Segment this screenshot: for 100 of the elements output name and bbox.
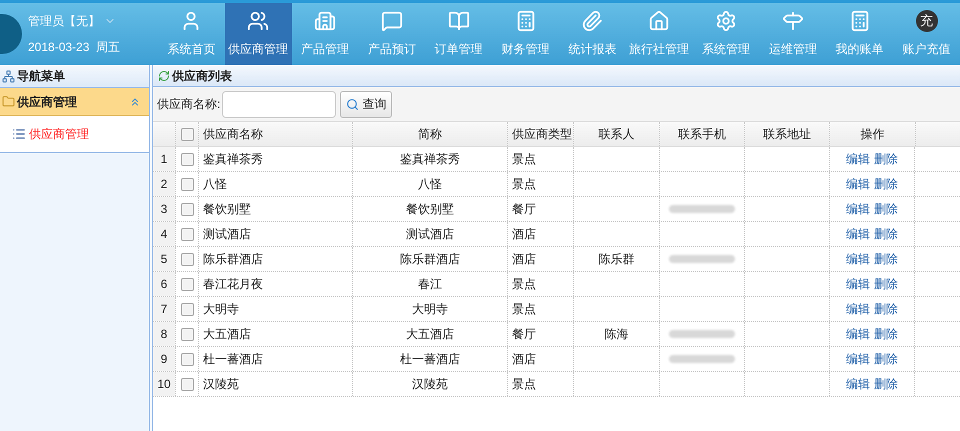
edit-link[interactable]: 编辑: [846, 150, 870, 168]
edit-link[interactable]: 编辑: [846, 300, 870, 318]
sitemap-icon: [2, 70, 15, 82]
row-checkbox[interactable]: [180, 302, 194, 316]
table-cell-text: 陈乐群: [598, 251, 634, 268]
table-cell-text: 陈海: [604, 326, 628, 343]
delete-link[interactable]: 删除: [874, 325, 898, 343]
table-cell-text: 陈乐群酒店: [400, 251, 460, 268]
edit-link[interactable]: 编辑: [846, 200, 870, 218]
table-cell-text: 餐饮别墅: [203, 201, 251, 218]
search-icon: [346, 98, 360, 110]
collapse-icon[interactable]: [129, 96, 141, 108]
table-cell-text: 杜一蕃酒店: [400, 351, 460, 368]
chat-icon: [380, 10, 403, 32]
book-icon: [448, 10, 470, 32]
column-header: 联系地址: [744, 122, 829, 146]
delete-link[interactable]: 删除: [874, 200, 898, 218]
delete-link[interactable]: 删除: [874, 375, 898, 393]
row-number: 1: [153, 147, 175, 171]
row-number: 10: [153, 372, 175, 396]
edit-link[interactable]: 编辑: [846, 275, 870, 293]
column-header: 供应商类型: [507, 122, 573, 146]
table-cell-text: 景点: [512, 376, 536, 393]
table-cell-text: 春江花月夜: [203, 276, 263, 293]
nav-tab[interactable]: 充 账户充值: [893, 3, 960, 65]
delete-link[interactable]: 删除: [874, 275, 898, 293]
table-cell-text: 陈乐群酒店: [203, 251, 263, 268]
table-cell-text: 测试酒店: [203, 226, 251, 243]
table-cell-text: 大明寺: [412, 301, 448, 318]
edit-link[interactable]: 编辑: [846, 175, 870, 193]
panel-title: 供应商列表: [172, 68, 232, 84]
table-cell-text: 景点: [512, 176, 536, 193]
table-cell-text: 酒店: [512, 351, 536, 368]
row-checkbox[interactable]: [180, 328, 194, 340]
signpost-icon: [782, 10, 804, 32]
row-checkbox[interactable]: [180, 378, 194, 390]
delete-link[interactable]: 删除: [874, 350, 898, 368]
table-cell-text: 景点: [512, 276, 536, 293]
column-header: 联系人: [573, 122, 659, 146]
row-checkbox[interactable]: [180, 278, 194, 290]
table-cell-text: 景点: [512, 151, 536, 168]
column-header: 简称: [352, 122, 507, 146]
table-cell-text: 汉陵苑: [203, 376, 239, 393]
row-number: 9: [153, 347, 175, 371]
table-cell-text: 餐厅: [512, 326, 536, 343]
edit-link[interactable]: 编辑: [846, 325, 870, 343]
row-checkbox[interactable]: [180, 202, 194, 216]
row-number: 3: [153, 197, 175, 221]
row-checkbox[interactable]: [180, 252, 194, 266]
row-number: 8: [153, 322, 175, 346]
edit-link[interactable]: 编辑: [846, 375, 870, 393]
row-number: 5: [153, 247, 175, 271]
search-field[interactable]: [222, 90, 336, 118]
settings-icon: [715, 10, 738, 32]
edit-link[interactable]: 编辑: [846, 225, 870, 243]
delete-link[interactable]: 删除: [874, 250, 898, 268]
row-number: 4: [153, 222, 175, 246]
nav-tab[interactable]: 供应商管理: [224, 3, 292, 65]
table-cell-text: 鉴真禅茶秀: [203, 151, 263, 168]
current-date: 2018-03-23 周五: [28, 39, 120, 56]
table-cell-text: 测试酒店: [406, 226, 454, 243]
delete-link[interactable]: 删除: [874, 225, 898, 243]
column-header: 联系手机: [659, 122, 744, 146]
table-cell-text: 大明寺: [203, 301, 239, 318]
table-cell-text: 酒店: [512, 251, 536, 268]
edit-link[interactable]: 编辑: [846, 350, 870, 368]
delete-link[interactable]: 删除: [874, 300, 898, 318]
delete-link[interactable]: 删除: [874, 175, 898, 193]
list-icon: [12, 127, 26, 141]
table-cell-text: 大五酒店: [203, 326, 251, 343]
delete-link[interactable]: 删除: [874, 150, 898, 168]
row-number: 6: [153, 272, 175, 296]
refresh-icon: [158, 70, 170, 82]
column-header: 操作: [829, 122, 915, 146]
search-button[interactable]: 查询: [340, 90, 392, 118]
row-checkbox[interactable]: [180, 178, 194, 190]
row-checkbox[interactable]: [180, 152, 194, 166]
badge-icon: 充: [916, 10, 938, 32]
house-icon: [648, 10, 670, 32]
table-cell-text: 汉陵苑: [412, 376, 448, 393]
table-cell-text: 鉴真禅茶秀: [400, 151, 460, 168]
table-cell-text: 景点: [512, 301, 536, 318]
search-label: 供应商名称:: [157, 96, 220, 113]
row-number: 7: [153, 297, 175, 321]
people-icon: [247, 10, 270, 32]
edit-link[interactable]: 编辑: [846, 250, 870, 268]
menu-group-header[interactable]: 供应商管理: [0, 88, 149, 116]
table-cell-text: 杜一蕃酒店: [203, 351, 263, 368]
table-cell-text: 餐厅: [512, 201, 536, 218]
building-icon: [314, 10, 336, 32]
column-header: 供应商名称: [198, 122, 352, 146]
select-all-checkbox[interactable]: [180, 128, 194, 140]
paperclip-icon: [581, 10, 604, 32]
table-cell-text: 春江: [418, 276, 442, 293]
row-checkbox[interactable]: [180, 352, 194, 366]
row-checkbox[interactable]: [180, 228, 194, 240]
table-cell-text: 餐饮别墅: [406, 201, 454, 218]
sidebar-title: 导航菜单: [17, 68, 65, 85]
table-cell-text: 八怪: [418, 176, 442, 193]
folder-icon: [2, 95, 15, 108]
